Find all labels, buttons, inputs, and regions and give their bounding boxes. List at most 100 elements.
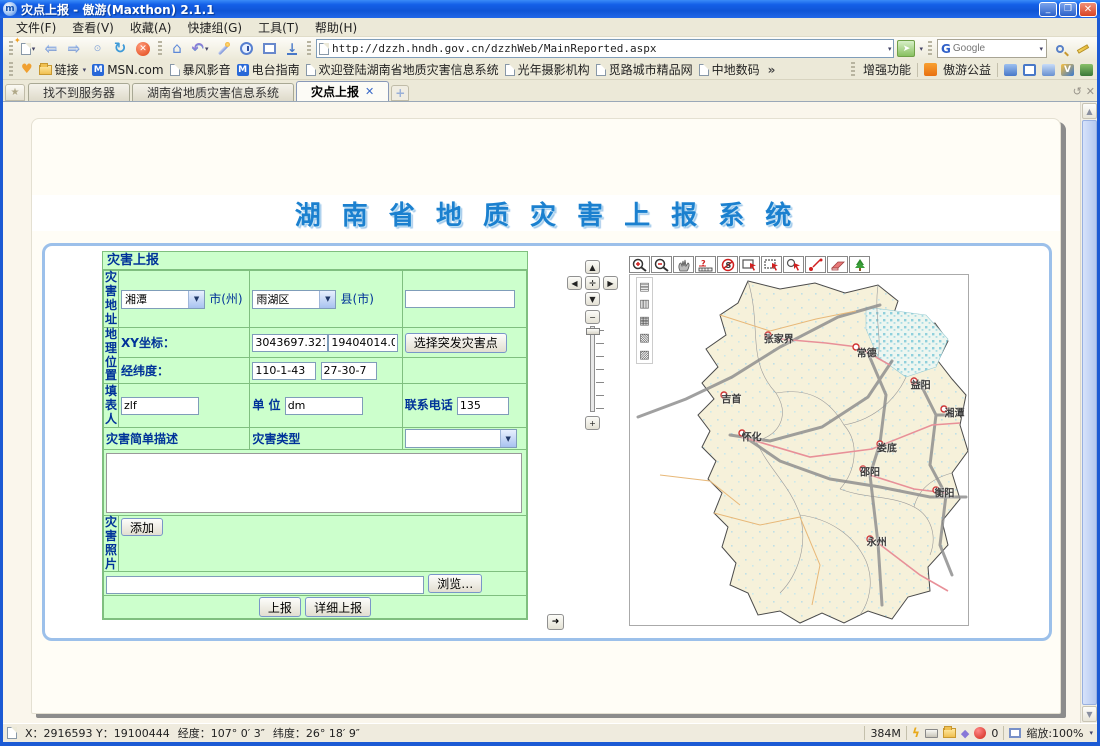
scrollbar-thumb[interactable] (1082, 120, 1097, 705)
address-detail-input[interactable] (405, 290, 515, 308)
menu-tools[interactable]: 工具(T) (251, 18, 306, 37)
bookmark-item[interactable]: 暴风影音 (170, 61, 231, 78)
pan-right-button[interactable]: ▶ (603, 276, 618, 290)
favorites-star-icon[interactable]: ★ (5, 84, 25, 101)
search-button[interactable] (1050, 39, 1070, 59)
menu-favorites[interactable]: 收藏(A) (123, 18, 179, 37)
url-input[interactable] (332, 42, 884, 55)
tab-list-close-icon[interactable]: ✕ (1086, 85, 1095, 98)
printer-icon[interactable] (925, 729, 938, 738)
zoom-in-slider-button[interactable]: + (585, 416, 600, 430)
zoom-box-tool[interactable] (739, 256, 760, 273)
menu-view[interactable]: 查看(V) (65, 18, 121, 37)
forward-button[interactable]: ⇨ (64, 39, 84, 59)
zoom-dropdown-icon[interactable]: ▾ (1089, 729, 1093, 737)
latitude-input[interactable] (321, 362, 377, 380)
expand-panel-button[interactable]: ➜ (547, 614, 564, 630)
menu-file[interactable]: 文件(F) (9, 18, 63, 37)
window-icon[interactable] (1023, 64, 1036, 76)
zoom-slider-track[interactable] (590, 326, 595, 412)
lightning-icon[interactable]: ϟ (912, 726, 920, 740)
zoom-slider-thumb[interactable] (586, 328, 600, 335)
pan-center-button[interactable]: ✛ (585, 276, 600, 290)
layer-icon[interactable]: ▧ (638, 331, 651, 344)
vertical-scrollbar[interactable]: ▲ ▼ (1080, 102, 1097, 723)
home-button[interactable]: ⌂ (167, 39, 187, 59)
search-box[interactable]: G ▾ (937, 39, 1047, 58)
charity-link[interactable]: 傲游公益 (943, 61, 991, 78)
reporter-name-input[interactable] (121, 397, 199, 415)
user-icon[interactable] (1004, 64, 1017, 76)
close-tab-icon[interactable]: ✕ (365, 85, 374, 98)
highlight-button[interactable] (1073, 39, 1093, 59)
pick-disaster-point-button[interactable]: 选择突发灾害点 (405, 333, 507, 353)
notes-icon[interactable]: ◆ (961, 727, 969, 740)
eraser-tool[interactable] (827, 256, 848, 273)
zoom-in-tool[interactable] (629, 256, 650, 273)
zoom-out-tool[interactable] (651, 256, 672, 273)
select-circle-tool[interactable] (783, 256, 804, 273)
full-extent-tool[interactable] (849, 256, 870, 273)
back-button[interactable]: ⇦ (41, 39, 61, 59)
address-dropdown-icon[interactable]: ▾ (888, 45, 892, 53)
measure-tool[interactable]: ? (695, 256, 716, 273)
search-dropdown-icon[interactable]: ▾ (1039, 45, 1043, 53)
x-coordinate-input[interactable] (252, 334, 328, 352)
add-photo-button[interactable]: 添加 (121, 518, 163, 536)
bookmark-item[interactable]: 欢迎登陆湖南省地质灾害信息系统 (306, 61, 499, 78)
enhance-menu[interactable]: 增强功能 (863, 61, 911, 78)
scroll-down-icon[interactable]: ▼ (1082, 706, 1097, 722)
zoom-out-slider-button[interactable]: − (585, 310, 600, 324)
map-canvas[interactable]: ▤ ▥ ▦ ▧ ▨ (629, 274, 969, 626)
history-dropdown-button[interactable]: ⊙ (87, 39, 107, 59)
go-dropdown-icon[interactable]: ▾ (919, 45, 923, 53)
photo-file-input[interactable] (106, 576, 424, 594)
select-box-tool[interactable] (761, 256, 782, 273)
description-textarea[interactable] (106, 453, 522, 513)
undo-button[interactable]: ↶▾ (190, 39, 210, 59)
county-select[interactable]: 雨湖区 ▼ (252, 290, 336, 309)
scroll-up-icon[interactable]: ▲ (1082, 103, 1097, 119)
frames-button[interactable] (259, 39, 279, 59)
browse-button[interactable]: 浏览… (428, 574, 482, 593)
clear-selection-tool[interactable]: S (717, 256, 738, 273)
city-select[interactable]: 湘潭 ▼ (121, 290, 205, 309)
search-input[interactable] (953, 43, 1037, 54)
layer-icon[interactable]: ▤ (638, 280, 651, 293)
bookmarks-overflow-chevron[interactable]: » (768, 63, 776, 77)
unit-input[interactable] (285, 397, 363, 415)
zoom-level[interactable]: 缩放:100% (1026, 725, 1083, 741)
download-button[interactable]: ↓ (282, 39, 302, 59)
bookmark-item[interactable]: 中地数码 (699, 61, 760, 78)
submit-report-button[interactable]: 上报 (259, 597, 301, 617)
pan-down-button[interactable]: ▼ (585, 292, 600, 306)
tab-server-not-found[interactable]: 找不到服务器 (28, 83, 130, 101)
filter-button[interactable] (213, 39, 233, 59)
disaster-type-select[interactable]: ▼ (405, 429, 517, 448)
documents-icon[interactable] (1042, 64, 1055, 76)
refresh-button[interactable]: ↻ (110, 39, 130, 59)
longitude-input[interactable] (252, 362, 316, 380)
tab-disaster-report[interactable]: 灾点上报 ✕ (296, 81, 389, 101)
layer-icon[interactable]: ▨ (638, 348, 651, 361)
bookmark-msn[interactable]: M MSN.com (92, 63, 163, 77)
menu-help[interactable]: 帮助(H) (308, 18, 364, 37)
folder-icon[interactable] (943, 728, 956, 738)
restore-button[interactable]: ❐ (1059, 2, 1077, 17)
new-tab-plus-button[interactable]: + (391, 85, 409, 101)
pan-tool[interactable] (673, 256, 694, 273)
pan-up-button[interactable]: ▲ (585, 260, 600, 274)
go-button[interactable]: ➤ (897, 40, 915, 57)
pan-left-button[interactable]: ◀ (567, 276, 582, 290)
undo-closed-tab-icon[interactable]: ↺ (1073, 85, 1082, 98)
close-button[interactable]: ✕ (1079, 2, 1097, 17)
favorites-heart-icon[interactable]: ♥ (21, 62, 33, 77)
stop-button[interactable]: ✕ (133, 39, 153, 59)
phone-input[interactable] (457, 397, 509, 415)
v-icon[interactable]: V (1061, 64, 1074, 76)
layer-icon[interactable]: ▥ (638, 297, 651, 310)
layer-icon[interactable]: ▦ (638, 314, 651, 327)
resize-window-icon[interactable] (1009, 728, 1021, 738)
popup-blocker-icon[interactable] (974, 727, 986, 739)
detailed-report-button[interactable]: 详细上报 (305, 597, 371, 617)
